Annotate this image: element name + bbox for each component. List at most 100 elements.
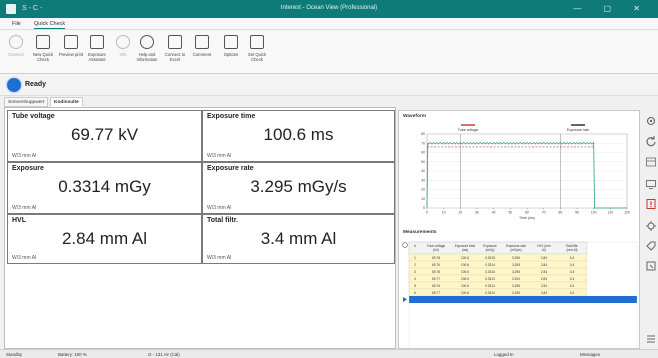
y-tick-label: 60 — [421, 151, 425, 155]
table-cell: 2.84 — [541, 256, 547, 260]
x-tick-label: 30 — [475, 211, 479, 215]
measurement-panel: Tube voltage 69.77 kV W/3 mm Al Exposure… — [4, 107, 396, 349]
table-row-selected — [409, 296, 637, 303]
row-pointer-icon — [403, 297, 407, 302]
legend-voltage-label: Tube voltage — [458, 128, 479, 132]
table-cell: 2.84 — [541, 277, 547, 281]
y-tick-label: 70 — [421, 141, 425, 145]
hvl-cell: HVL 2.84 mm Al W/3 mm Al — [7, 214, 202, 264]
table-icon[interactable] — [645, 156, 657, 168]
table-cell: 3.4 — [570, 291, 575, 295]
options-button[interactable]: Options — [218, 33, 244, 71]
exposure-unit: W/3 mm Al — [12, 205, 37, 211]
exposure-rate-unit: W/3 mm Al — [207, 205, 232, 211]
settings-icon — [250, 35, 264, 49]
table-cell: 3.295 — [512, 263, 520, 267]
exposure-value: 0.3314 mGy — [58, 177, 151, 196]
table-cell: 1 — [414, 256, 416, 260]
tab-kodinsulte[interactable]: Kodinsulte — [50, 97, 83, 107]
info-icon — [116, 35, 130, 49]
menu-quick-check[interactable]: Quick Check — [34, 21, 66, 29]
table-cell: 69.78 — [432, 256, 440, 260]
help-button[interactable]: Help and information — [134, 33, 160, 71]
table-cell: 2.84 — [541, 270, 547, 274]
x-tick-label: 50 — [508, 211, 512, 215]
x-axis-label: Time (ms) — [519, 216, 535, 220]
title-bar: S - C - Interest - Ocean View (Professio… — [0, 0, 658, 18]
new-quick-check-button[interactable]: New Quick Check — [30, 33, 56, 71]
table-cell: 3 — [414, 270, 416, 274]
tab-sonnenhuppwert[interactable]: Sonnenhuppwert — [4, 97, 49, 107]
table-header-cell: # — [414, 244, 416, 248]
table-header-cell: Total filtr. (mm Al) — [566, 244, 579, 252]
hvl-unit: W/3 mm Al — [12, 255, 37, 261]
table-cell: 0.3314 — [485, 284, 495, 288]
preview-print-button[interactable]: Preview print — [58, 33, 84, 71]
connect-button[interactable]: Connect — [3, 33, 29, 71]
table-cell: 100.6 — [461, 270, 469, 274]
tag-icon[interactable] — [645, 240, 657, 252]
x-tick-label: 10 — [442, 211, 446, 215]
list-icon[interactable] — [645, 333, 657, 345]
table-cell: 3.4 — [570, 256, 575, 260]
table-cell: 100.6 — [461, 277, 469, 281]
x-tick-label: 40 — [492, 211, 496, 215]
exposure-rate-value: 3.295 mGy/s — [250, 177, 347, 196]
x-tick-label: 90 — [575, 211, 579, 215]
cog-icon[interactable] — [645, 220, 657, 232]
zoom-icon — [402, 242, 408, 248]
exposure-time-cell: Exposure time 100.6 ms W/3 mm Al — [202, 110, 395, 162]
table-cell: 2.84 — [541, 291, 547, 295]
screen-icon[interactable] — [645, 178, 657, 190]
exposure-assistant-button[interactable]: Exposure Assistant — [84, 33, 110, 71]
table-cell: 100.6 — [461, 256, 469, 260]
set-quick-check-button[interactable]: Set Quick Check — [244, 33, 270, 71]
refresh-icon[interactable] — [645, 135, 657, 147]
y-tick-label: 80 — [421, 132, 425, 136]
table-cell: 69.77 — [432, 277, 440, 281]
status-band: Ready — [0, 74, 658, 96]
exposure-rate-cell: Exposure rate 3.295 mGy/s W/3 mm Al — [202, 162, 395, 214]
x-tick-label: 70 — [542, 211, 546, 215]
waveform-title: Waveform — [403, 114, 427, 119]
table-cell: 2 — [414, 263, 416, 267]
table-cell: 3.294 — [512, 277, 520, 281]
status-bar: Standby Battery: 100 % O - 131 Air (Cal)… — [0, 349, 658, 358]
table-cell: 2.84 — [541, 284, 547, 288]
tube-voltage-unit: W/3 mm Al — [12, 153, 37, 159]
window-title: Interest - Ocean View (Professional) — [280, 5, 378, 11]
exposure-label: Exposure — [12, 165, 44, 172]
tube-voltage-cell: Tube voltage 69.77 kV W/3 mm Al — [7, 110, 202, 162]
export-icon[interactable] — [645, 260, 657, 272]
x-tick-label: 0 — [426, 211, 428, 215]
clipboard-icon — [36, 35, 50, 49]
tool-sidebar — [644, 110, 658, 356]
comment-button[interactable]: Comment — [189, 33, 215, 71]
waveform-panel: Waveform Tube voltage Exposure rate 0 10 20 3… — [398, 110, 640, 350]
x-tick-label: 80 — [558, 211, 562, 215]
table-cell: 69.76 — [432, 263, 440, 267]
info-button[interactable]: Info — [110, 33, 136, 71]
x-tick-label: 120 — [624, 211, 630, 215]
connect-excel-button[interactable]: Connect to Excel — [162, 33, 188, 71]
settings-gear-icon[interactable] — [645, 115, 657, 127]
legend-rate-label: Exposure rate — [567, 128, 589, 132]
alert-icon[interactable] — [645, 198, 657, 210]
window-controls[interactable]: — ▢ ✕ — [573, 4, 650, 13]
y-tick-label: 50 — [421, 160, 425, 164]
y-tick-label: 30 — [421, 178, 425, 182]
table-cell: 6 — [414, 291, 416, 295]
print-preview-icon — [64, 35, 78, 49]
statusbar-logged-in: Logged In — [494, 352, 514, 357]
table-cell: 0.3314 — [485, 291, 495, 295]
total-filtration-cell: Total filtr. 3.4 mm Al W/3 mm Al — [202, 214, 395, 264]
options-icon — [224, 35, 238, 49]
table-cell: 0.3315 — [485, 256, 495, 260]
exposure-rate-label: Exposure rate — [207, 165, 254, 172]
statusbar-messages[interactable]: Messages — [580, 352, 600, 357]
x-tick-label: 20 — [458, 211, 462, 215]
comment-icon — [195, 35, 209, 49]
tube-voltage-label: Tube voltage — [12, 113, 55, 120]
measurements-table: # Tube voltage (kV)Exposure time (ms)Exposu… — [402, 241, 638, 350]
menu-file[interactable]: File — [12, 21, 21, 27]
